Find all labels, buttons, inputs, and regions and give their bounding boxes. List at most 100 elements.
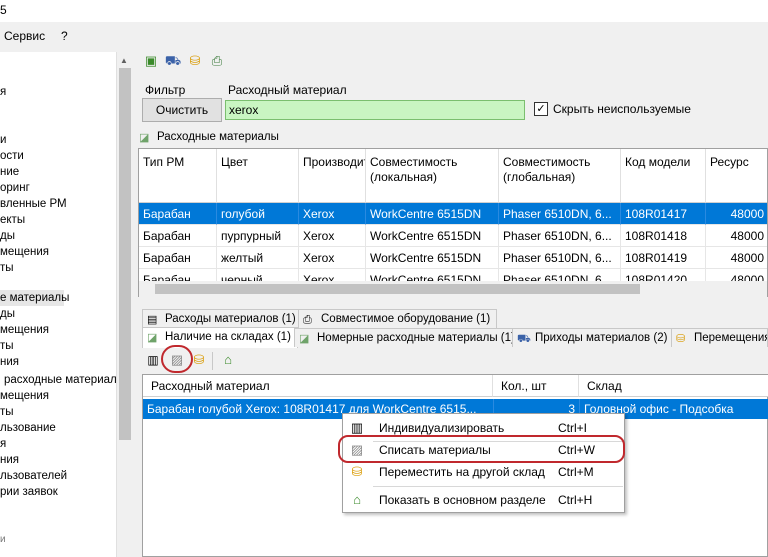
material-filter-input[interactable]: xerox: [225, 100, 525, 120]
material-filter-label: Расходный материал: [228, 83, 347, 97]
sidebar-item[interactable]: рии заявок: [0, 484, 58, 500]
sidebar-item[interactable]: льзователей: [0, 468, 67, 484]
sidebar-item[interactable]: ости: [0, 148, 24, 164]
column-header[interactable]: Цвет: [217, 149, 299, 203]
sidebar-item[interactable]: мещения: [0, 322, 49, 338]
table-row[interactable]: Барабан пурпурный Xerox WorkCentre 6515D…: [139, 225, 767, 247]
cell-resource: 48000: [706, 225, 767, 247]
tab-material-receipts[interactable]: ⛟ Приходы материалов (2): [512, 328, 675, 347]
column-header[interactable]: Склад: [579, 375, 768, 397]
sidebar-item[interactable]: екты: [0, 212, 25, 228]
sidebar-item[interactable]: мещения: [0, 244, 49, 260]
cell-resource: 48000: [706, 203, 767, 225]
column-header[interactable]: Код модели: [621, 149, 706, 203]
cell-global: Phaser 6510DN, 6...: [499, 247, 621, 269]
sidebar-item[interactable]: расходные материалы: [4, 372, 125, 388]
column-header[interactable]: Тип РМ: [139, 149, 217, 203]
tab-material-expenses[interactable]: ▤ Расходы материалов (1): [142, 309, 303, 328]
cell-type: Барабан: [139, 225, 217, 247]
sidebar-item[interactable]: ды: [0, 228, 15, 244]
home-icon: ⌂: [353, 492, 361, 507]
sidebar-item[interactable]: ние: [0, 164, 19, 180]
menu-help[interactable]: ?: [61, 29, 68, 43]
cell-global: Phaser 6510DN, 6...: [499, 225, 621, 247]
cart-icon[interactable]: ⛁: [186, 52, 204, 70]
move-icon: ⛁: [351, 464, 363, 479]
table-row[interactable]: Барабан голубой Xerox WorkCentre 6515DN …: [139, 203, 767, 225]
sidebar-item[interactable]: и: [0, 132, 6, 148]
barcode-icon[interactable]: ▥: [144, 351, 162, 369]
section-title: Расходные материалы: [157, 131, 279, 143]
column-header[interactable]: Совместимость (глобальная): [499, 149, 621, 203]
sidebar-item[interactable]: оринг: [0, 180, 30, 196]
scroll-up-icon[interactable]: ▲: [120, 56, 128, 65]
cell-local: WorkCentre 6515DN: [366, 203, 499, 225]
sidebar-item[interactable]: я: [0, 84, 6, 100]
menu-item-move[interactable]: ⛁ Переместить на другой склад Ctrl+M: [343, 461, 624, 483]
menu-item-shortcut: Ctrl+M: [558, 465, 594, 479]
menu-separator: [373, 486, 623, 487]
sidebar-item[interactable]: льзование: [0, 420, 56, 436]
cell-color: желтый: [217, 247, 299, 269]
sidebar-item[interactable]: я: [0, 436, 6, 452]
scrollbar-thumb[interactable]: [119, 68, 131, 440]
cell-local: WorkCentre 6515DN: [366, 247, 499, 269]
scrollbar-thumb[interactable]: [155, 284, 640, 294]
grid-horizontal-scrollbar[interactable]: [139, 281, 767, 297]
sidebar-item[interactable]: ния: [0, 452, 19, 468]
filter-label: Фильтр: [145, 83, 186, 97]
print-icon[interactable]: ⎙: [208, 52, 226, 70]
sidebar-item[interactable]: ты: [0, 338, 14, 354]
table-row[interactable]: Барабан желтый Xerox WorkCentre 6515DN P…: [139, 247, 767, 269]
cell-global: Phaser 6510DN, 6...: [499, 203, 621, 225]
sidebar-item[interactable]: ния: [0, 354, 19, 370]
menu-item-show-main[interactable]: ⌂ Показать в основном разделе Ctrl+H: [343, 489, 624, 511]
column-header[interactable]: Совместимость (локальная): [366, 149, 499, 203]
consumables-icon: ◪: [299, 333, 310, 345]
tab-label: Номерные расходные материалы (1): [317, 332, 515, 344]
tab-numbered-consumables[interactable]: ◪ Номерные расходные материалы (1): [294, 328, 522, 347]
tab-label: Перемещения: [694, 332, 768, 344]
clear-button[interactable]: Очистить: [142, 98, 222, 122]
printer-icon: ⎙: [303, 314, 312, 326]
toolbar-separator: [212, 352, 213, 370]
menu-item-label: Показать в основном разделе: [379, 493, 546, 507]
tab-label: Расходы материалов (1): [165, 313, 296, 325]
cell-resource: 48000: [706, 247, 767, 269]
cell-color: голубой: [217, 203, 299, 225]
consumables-section-header: ◪ Расходные материалы: [138, 130, 768, 148]
cell-code: 108R01419: [621, 247, 706, 269]
tab-movements[interactable]: ⛁ Перемещения: [671, 328, 768, 347]
tab-compatible-equipment[interactable]: ⎙ Совместимое оборудование (1): [298, 309, 498, 328]
cell-vendor: Xerox: [299, 203, 366, 225]
cell-type: Барабан: [139, 203, 217, 225]
column-header[interactable]: Производитель: [299, 149, 366, 203]
sidebar-item[interactable]: и: [0, 532, 6, 548]
column-header[interactable]: Кол., шт: [493, 375, 579, 397]
add-icon[interactable]: ▣: [142, 52, 160, 70]
tab-warehouse-stock[interactable]: ◪ Наличие на складах (1): [142, 327, 298, 348]
cell-type: Барабан: [139, 247, 217, 269]
column-header[interactable]: Расходный материал: [143, 375, 493, 397]
menu-item-label: Переместить на другой склад: [379, 465, 545, 479]
sidebar-item[interactable]: вленные РМ: [0, 196, 67, 212]
sidebar-item[interactable]: ты: [0, 260, 14, 276]
home-icon[interactable]: ⌂: [219, 351, 237, 369]
sidebar-item[interactable]: мещения: [0, 388, 49, 404]
cell-local: WorkCentre 6515DN: [366, 225, 499, 247]
consumables-grid[interactable]: Тип РМ Цвет Производитель Совместимость …: [138, 148, 768, 297]
truck-icon: ⛟: [517, 333, 531, 345]
cell-code: 108R01418: [621, 225, 706, 247]
truck-icon[interactable]: ⛟: [164, 52, 182, 70]
consumables-icon: ◪: [139, 132, 150, 144]
cell-vendor: Xerox: [299, 225, 366, 247]
sidebar-item-selected[interactable]: е материалы: [0, 290, 69, 306]
sidebar-item[interactable]: ты: [0, 404, 14, 420]
sidebar-scrollbar[interactable]: ▲: [116, 52, 132, 557]
menu-service[interactable]: Сервис: [4, 29, 45, 43]
sidebar-item[interactable]: ды: [0, 306, 15, 322]
hide-unused-checkbox[interactable]: ✓: [534, 102, 548, 116]
column-header[interactable]: Ресурс: [706, 149, 767, 203]
highlight-ring-menu: [338, 435, 625, 463]
title-bar: 5: [0, 0, 768, 22]
